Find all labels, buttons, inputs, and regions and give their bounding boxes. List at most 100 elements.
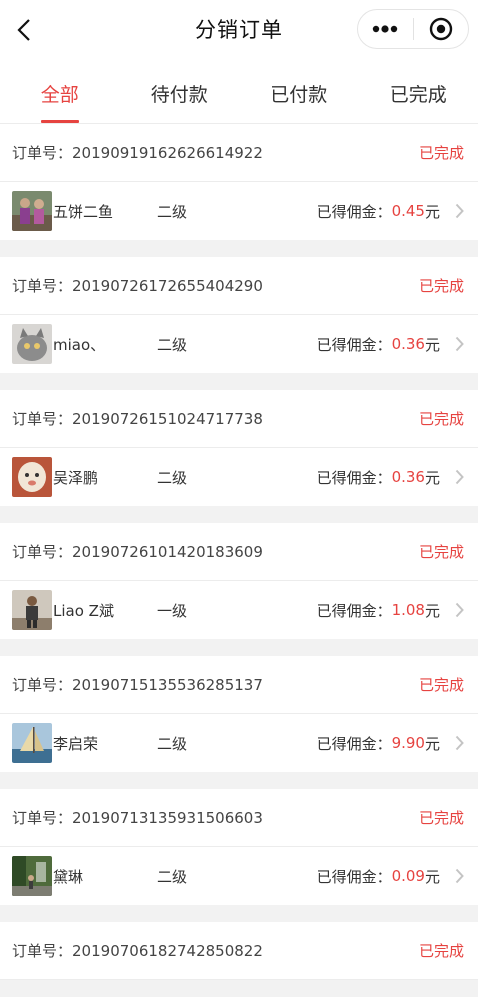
- buyer-name: 黛琳: [53, 866, 157, 887]
- order-status: 已完成: [419, 408, 464, 429]
- order-header: 订单号：20190726101420183609 已完成: [0, 523, 478, 581]
- order-detail-row[interactable]: 黛琳 二级 已得佣金： 0.09 元: [0, 847, 478, 905]
- currency-unit: 元: [425, 467, 440, 488]
- order-detail-row[interactable]: 五饼二鱼 二级 已得佣金： 0.45 元: [0, 182, 478, 240]
- navigation-bar: 分销订单: [0, 0, 478, 60]
- order-number: 订单号：20190726172655404290: [12, 275, 263, 296]
- more-dots-icon: [372, 25, 398, 33]
- miniprogram-capsule: [357, 9, 469, 49]
- order-number-label: 订单号：: [12, 676, 72, 694]
- chevron-right-icon: [452, 735, 466, 751]
- avatar: [12, 590, 52, 630]
- chevron-right-icon: [452, 336, 466, 352]
- tab-label: 待付款: [151, 84, 208, 106]
- distribution-level: 二级: [157, 467, 187, 488]
- order-number-value: 20190713135931506603: [72, 809, 263, 827]
- tab-label: 已付款: [270, 84, 327, 106]
- currency-unit: 元: [425, 600, 440, 621]
- order-list: 订单号：20190919162626614922 已完成 五饼二鱼 二级 已得佣…: [0, 124, 478, 997]
- avatar-photo-cat-icon: [12, 324, 52, 364]
- order-header: 订单号：20190706182742850822 已完成: [0, 922, 478, 980]
- avatar-photo-toy-icon: [12, 457, 52, 497]
- order-status: 已完成: [419, 275, 464, 296]
- order-status-tabs: 全部 待付款 已付款 已完成: [0, 60, 478, 124]
- order-card: 订单号：20190715135536285137 已完成 李启荣 二级 已得佣金…: [0, 656, 478, 772]
- commission-label: 已得佣金：: [317, 467, 392, 488]
- target-icon: [429, 17, 453, 41]
- currency-unit: 元: [425, 201, 440, 222]
- order-number-label: 订单号：: [12, 543, 72, 561]
- tab-pending-payment[interactable]: 待付款: [120, 60, 240, 123]
- buyer-name: 李启荣: [53, 733, 157, 754]
- commission-label: 已得佣金：: [317, 201, 392, 222]
- commission-label: 已得佣金：: [317, 334, 392, 355]
- order-card: 订单号：20190726172655404290 已完成 miao、 二级 已得…: [0, 257, 478, 373]
- currency-unit: 元: [425, 866, 440, 887]
- order-detail-row[interactable]: 吴泽鹏 二级 已得佣金： 0.36 元: [0, 448, 478, 506]
- distribution-level: 二级: [157, 866, 187, 887]
- commission-amount: 0.36: [392, 335, 425, 353]
- distribution-level: 一级: [157, 600, 187, 621]
- distribution-level: 二级: [157, 733, 187, 754]
- order-header: 订单号：20190919162626614922 已完成: [0, 124, 478, 182]
- buyer-name: 五饼二鱼: [53, 201, 157, 222]
- order-number: 订单号：20190715135536285137: [12, 674, 263, 695]
- commission-label: 已得佣金：: [317, 866, 392, 887]
- commission-amount: 0.45: [392, 202, 425, 220]
- commission-amount: 0.09: [392, 867, 425, 885]
- avatar-photo-garden-icon: [12, 856, 52, 896]
- order-number-value: 20190726101420183609: [72, 543, 263, 561]
- order-number: 订单号：20190919162626614922: [12, 142, 263, 163]
- order-detail-row[interactable]: Liao Z斌 一级 已得佣金： 1.08 元: [0, 581, 478, 639]
- commission-amount: 0.36: [392, 468, 425, 486]
- order-number-value: 20190706182742850822: [72, 942, 263, 960]
- order-number-label: 订单号：: [12, 942, 72, 960]
- commission-amount: 1.08: [392, 601, 425, 619]
- avatar-photo-sailboat-icon: [12, 723, 52, 763]
- close-miniprogram-button[interactable]: [414, 10, 469, 48]
- order-detail-row[interactable]: miao、 二级 已得佣金： 0.36 元: [0, 315, 478, 373]
- tab-paid[interactable]: 已付款: [239, 60, 359, 123]
- active-tab-indicator: [41, 120, 79, 123]
- distribution-level: 二级: [157, 201, 187, 222]
- order-card: 订单号：20190919162626614922 已完成 五饼二鱼 二级 已得佣…: [0, 124, 478, 240]
- avatar-photo-people-icon: [12, 191, 52, 231]
- tab-label: 已完成: [390, 84, 447, 106]
- order-detail-row[interactable]: 李启荣 二级 已得佣金： 9.90 元: [0, 714, 478, 772]
- chevron-right-icon: [452, 868, 466, 884]
- order-number-label: 订单号：: [12, 144, 72, 162]
- order-number: 订单号：20190726151024717738: [12, 408, 263, 429]
- order-card: 订单号：20190726151024717738 已完成 吴泽鹏 二级 已得佣金…: [0, 390, 478, 506]
- order-number-value: 20190919162626614922: [72, 144, 263, 162]
- order-status: 已完成: [419, 940, 464, 961]
- buyer-name: miao、: [53, 334, 157, 355]
- order-number-value: 20190726151024717738: [72, 410, 263, 428]
- order-header: 订单号：20190713135931506603 已完成: [0, 789, 478, 847]
- avatar: [12, 191, 52, 231]
- buyer-name: Liao Z斌: [53, 600, 157, 621]
- commission-label: 已得佣金：: [317, 733, 392, 754]
- tab-completed[interactable]: 已完成: [359, 60, 478, 123]
- order-card: 订单号：20190726101420183609 已完成 Liao Z斌 一级 …: [0, 523, 478, 639]
- order-number: 订单号：20190713135931506603: [12, 807, 263, 828]
- buyer-name: 吴泽鹏: [53, 467, 157, 488]
- avatar-photo-person-icon: [12, 590, 52, 630]
- order-card: 订单号：20190706182742850822 已完成: [0, 922, 478, 980]
- order-number: 订单号：20190726101420183609: [12, 541, 263, 562]
- order-number-label: 订单号：: [12, 277, 72, 295]
- currency-unit: 元: [425, 334, 440, 355]
- order-number-value: 20190715135536285137: [72, 676, 263, 694]
- tab-label: 全部: [41, 84, 79, 106]
- more-button[interactable]: [358, 10, 413, 48]
- avatar: [12, 723, 52, 763]
- chevron-right-icon: [452, 203, 466, 219]
- order-status: 已完成: [419, 541, 464, 562]
- commission-amount: 9.90: [392, 734, 425, 752]
- chevron-right-icon: [452, 602, 466, 618]
- order-number-label: 订单号：: [12, 410, 72, 428]
- avatar: [12, 856, 52, 896]
- tab-all[interactable]: 全部: [0, 60, 120, 123]
- distribution-level: 二级: [157, 334, 187, 355]
- order-number-label: 订单号：: [12, 809, 72, 827]
- commission-label: 已得佣金：: [317, 600, 392, 621]
